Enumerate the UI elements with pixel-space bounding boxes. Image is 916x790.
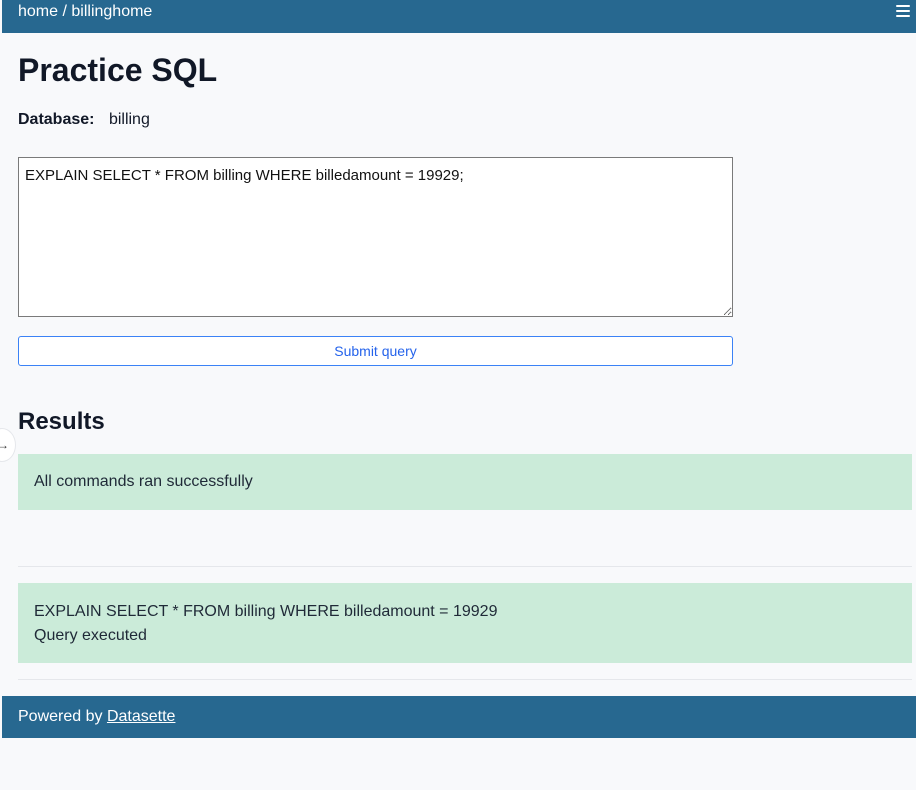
database-label: Database: [18,111,95,128]
executed-status-text: Query executed [34,627,147,644]
breadcrumb-current-link[interactable]: billinghome [71,3,152,20]
divider [18,566,912,567]
submit-query-button[interactable]: Submit query [18,336,733,366]
footer: Powered by Datasette [2,696,916,738]
hamburger-menu-icon[interactable] [896,5,910,19]
database-info: Database: billing [18,111,150,129]
sql-query-input[interactable] [18,157,733,317]
executed-sql-text: EXPLAIN SELECT * FROM billing WHERE bill… [34,603,498,620]
page-title: Practice SQL [18,52,218,88]
query-result-block: EXPLAIN SELECT * FROM billing WHERE bill… [18,583,912,663]
divider [18,679,912,680]
breadcrumb-home-link[interactable]: home [18,3,58,20]
sidebar-toggle-handle[interactable]: → [0,428,16,462]
breadcrumb-separator: / [62,3,67,20]
success-message: All commands ran successfully [18,454,912,510]
arrow-right-icon: → [0,438,9,452]
datasette-link[interactable]: Datasette [107,708,175,725]
top-navbar: home / billinghome [2,0,916,33]
database-name: billing [108,111,150,128]
breadcrumb: home / billinghome [18,3,152,21]
footer-text: Powered by Datasette [18,708,175,726]
results-heading: Results [18,408,105,435]
footer-prefix: Powered by [18,708,103,725]
